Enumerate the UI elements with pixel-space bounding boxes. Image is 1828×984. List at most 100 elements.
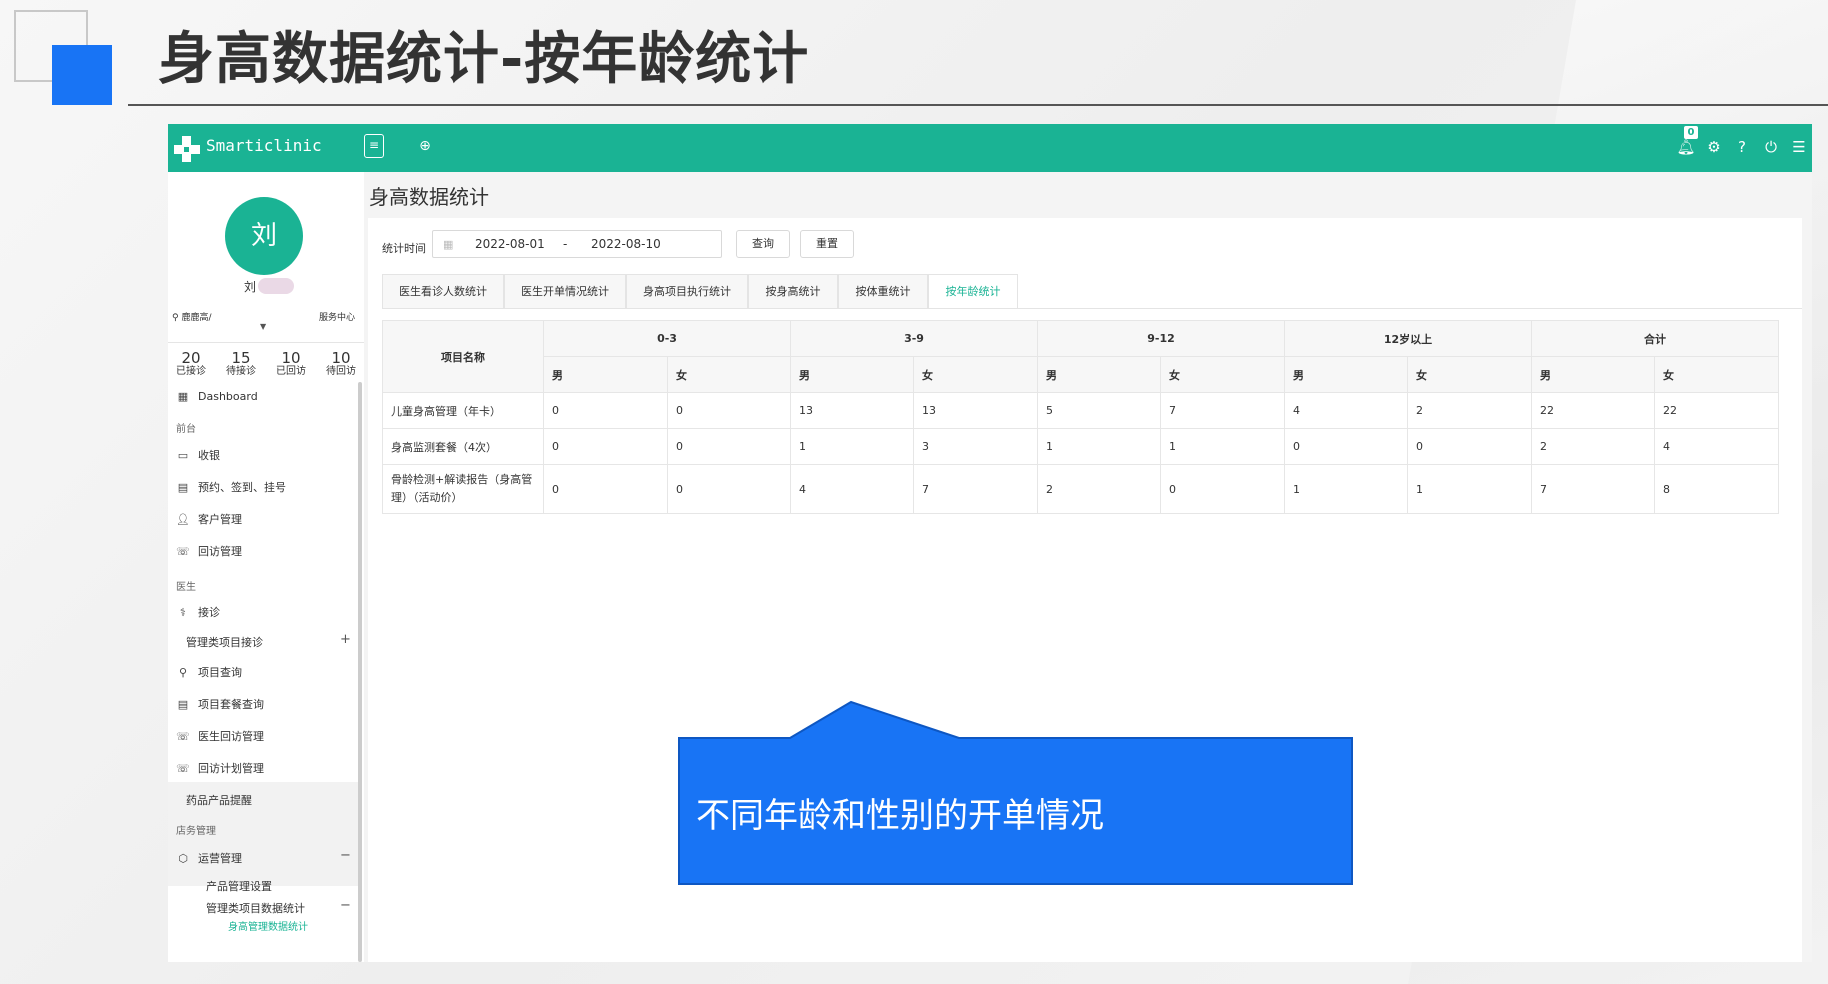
stat-label: 已回访	[276, 366, 306, 377]
nav-group-doctor: 医生	[176, 582, 196, 593]
decorative-square-blue	[52, 45, 112, 105]
chevron-down-icon[interactable]: ▼	[260, 322, 266, 331]
clipboard-icon: ▤	[177, 481, 189, 494]
phone-icon: ☏	[176, 545, 190, 558]
sidebar-item-followup-plan[interactable]: ☏ 回访计划管理	[176, 760, 264, 776]
phone-icon: ☏	[176, 730, 190, 743]
table-cell: 22	[1531, 392, 1655, 429]
search-icon: ⚲	[178, 666, 188, 679]
header-male: 男	[790, 356, 914, 393]
location-text: 鹿鹿高/	[181, 313, 212, 323]
query-button[interactable]: 查询	[736, 230, 790, 258]
compass-icon[interactable]: ⊕	[416, 137, 434, 155]
phone-icon: ☏	[176, 762, 190, 775]
table-cell: 13	[790, 392, 914, 429]
row-name: 儿童身高管理（年卡）	[382, 392, 544, 429]
header-female: 女	[667, 356, 791, 393]
stat-number: 20	[181, 349, 201, 367]
table-cell: 4	[1284, 392, 1408, 429]
sidebar-item-appointment[interactable]: ▤ 预约、签到、挂号	[176, 479, 286, 495]
date-end[interactable]: 2022-08-10	[591, 237, 661, 251]
table-cell: 0	[667, 464, 791, 514]
table-cell: 1	[790, 428, 914, 465]
tab-by-weight[interactable]: 按体重统计	[838, 274, 928, 308]
table-cell: 1	[1037, 428, 1161, 465]
tab-by-height[interactable]: 按身高统计	[748, 274, 838, 308]
service-center-link[interactable]: 服务中心	[319, 310, 355, 323]
help-circle-icon[interactable]: ?	[1732, 136, 1752, 158]
stats-table: 项目名称 0-3 3-9 9-12 12岁以上 合计 男 女 男 女 男 女 男…	[382, 320, 1779, 514]
tabs-divider	[382, 308, 1802, 309]
row-name: 骨龄检测+解读报告（身高管理）（活动价）	[382, 464, 544, 514]
document-search-icon: ▤	[177, 698, 189, 711]
menu-toggle-icon[interactable]: ≡	[364, 134, 384, 158]
user-gear-icon: 👤︎	[176, 513, 190, 526]
stats-divider	[168, 342, 364, 343]
stat-to-follow[interactable]: 10 待回访	[318, 350, 364, 378]
sidebar-item-consult[interactable]: ⚕ 接诊	[176, 604, 220, 620]
sidebar-item-drug-reminder[interactable]: 药品产品提醒	[186, 792, 252, 808]
reset-button[interactable]: 重置	[800, 230, 854, 258]
table-cell: 4	[1654, 428, 1779, 465]
header-male: 男	[1531, 356, 1655, 393]
header-age-group: 9-12	[1037, 320, 1285, 357]
bell-icon[interactable]: 🔔︎	[1676, 136, 1696, 158]
table-cell: 0	[667, 392, 791, 429]
table-cell: 2	[1407, 392, 1532, 429]
brand-name: Smarticlinic	[206, 136, 322, 155]
stat-received[interactable]: 20 已接诊	[168, 350, 214, 378]
sidebar-scrollbar[interactable]	[358, 382, 362, 962]
sidebar-item-item-query[interactable]: ⚲ 项目查询	[176, 664, 242, 680]
stat-followed[interactable]: 10 已回访	[268, 350, 314, 378]
gear-icon[interactable]: ⚙	[1704, 136, 1724, 158]
location-label: ⚲ 鹿鹿高/	[172, 310, 212, 323]
power-icon[interactable]: ⏻	[1761, 136, 1781, 158]
name-redaction	[258, 278, 294, 294]
sidebar-item-mgmt-consult[interactable]: 管理类项目接诊	[186, 634, 263, 650]
header-female: 女	[913, 356, 1038, 393]
expand-plus-icon[interactable]: +	[340, 632, 351, 647]
sidebar-item-dashboard[interactable]: ▦ Dashboard	[176, 390, 258, 403]
table-cell: 0	[1160, 464, 1285, 514]
cash-icon: ▭	[177, 449, 189, 462]
date-start[interactable]: 2022-08-01	[475, 237, 545, 251]
sidebar-item-followup[interactable]: ☏ 回访管理	[176, 543, 242, 559]
top-navbar: Smarticlinic ≡ ⊕ 🔔︎ 0 ⚙ ? ⏻ ☰	[168, 124, 1812, 172]
table-row: 儿童身高管理（年卡） 0 0 13 13 5 7 4 2 22 22	[382, 392, 1779, 429]
table-cell: 1	[1160, 428, 1285, 465]
table-cell: 4	[790, 464, 914, 514]
sidebar-item-mgmt-stats[interactable]: 管理类项目数据统计	[206, 900, 305, 916]
stat-waiting[interactable]: 15 待接诊	[218, 350, 264, 378]
table-cell: 0	[1407, 428, 1532, 465]
list-icon[interactable]: ☰	[1789, 136, 1809, 158]
avatar[interactable]: 刘	[225, 197, 303, 275]
sidebar-item-height-stats[interactable]: 身高管理数据统计	[228, 918, 308, 933]
tab-height-execution[interactable]: 身高项目执行统计	[626, 274, 748, 308]
tab-doctor-orders[interactable]: 医生开单情况统计	[504, 274, 626, 308]
box-icon: ⬡	[178, 852, 188, 865]
sidebar: 刘 刘 ⚲ 鹿鹿高/ 服务中心 ▼ 20 已接诊 15 待接诊 10 已回访 1…	[168, 172, 364, 962]
sidebar-item-operation[interactable]: ⬡ 运营管理	[176, 850, 242, 866]
tab-doctor-visits[interactable]: 医生看诊人数统计	[382, 274, 504, 308]
sidebar-item-customer[interactable]: 👤︎ 客户管理	[176, 511, 242, 527]
table-cell: 2	[1037, 464, 1161, 514]
nav-label: Dashboard	[198, 390, 258, 403]
collapse-minus-icon[interactable]: −	[340, 898, 351, 913]
date-range-picker[interactable]: ▦ 2022-08-01 - 2022-08-10	[432, 230, 722, 258]
tab-by-age[interactable]: 按年龄统计	[928, 274, 1018, 309]
nav-label: 接诊	[198, 606, 220, 619]
stat-number: 15	[231, 349, 251, 367]
stethoscope-icon: ⚕	[180, 606, 186, 619]
sidebar-item-package-query[interactable]: ▤ 项目套餐查询	[176, 696, 264, 712]
collapse-minus-icon[interactable]: −	[340, 848, 351, 863]
sidebar-item-doctor-followup[interactable]: ☏ 医生回访管理	[176, 728, 264, 744]
table-row: 身高监测套餐（4次） 0 0 1 3 1 1 0 0 2 4	[382, 428, 1779, 465]
stat-number: 10	[281, 349, 301, 367]
header-female: 女	[1160, 356, 1285, 393]
header-item-name: 项目名称	[382, 320, 544, 393]
sidebar-item-product-settings[interactable]: 产品管理设置	[206, 878, 272, 894]
notification-badge: 0	[1684, 126, 1698, 139]
table-row: 骨龄检测+解读报告（身高管理）（活动价） 0 0 4 7 2 0 1 1 7 8	[382, 464, 1779, 514]
table-cell: 1	[1407, 464, 1532, 514]
sidebar-item-cashier[interactable]: ▭ 收银	[176, 447, 220, 463]
